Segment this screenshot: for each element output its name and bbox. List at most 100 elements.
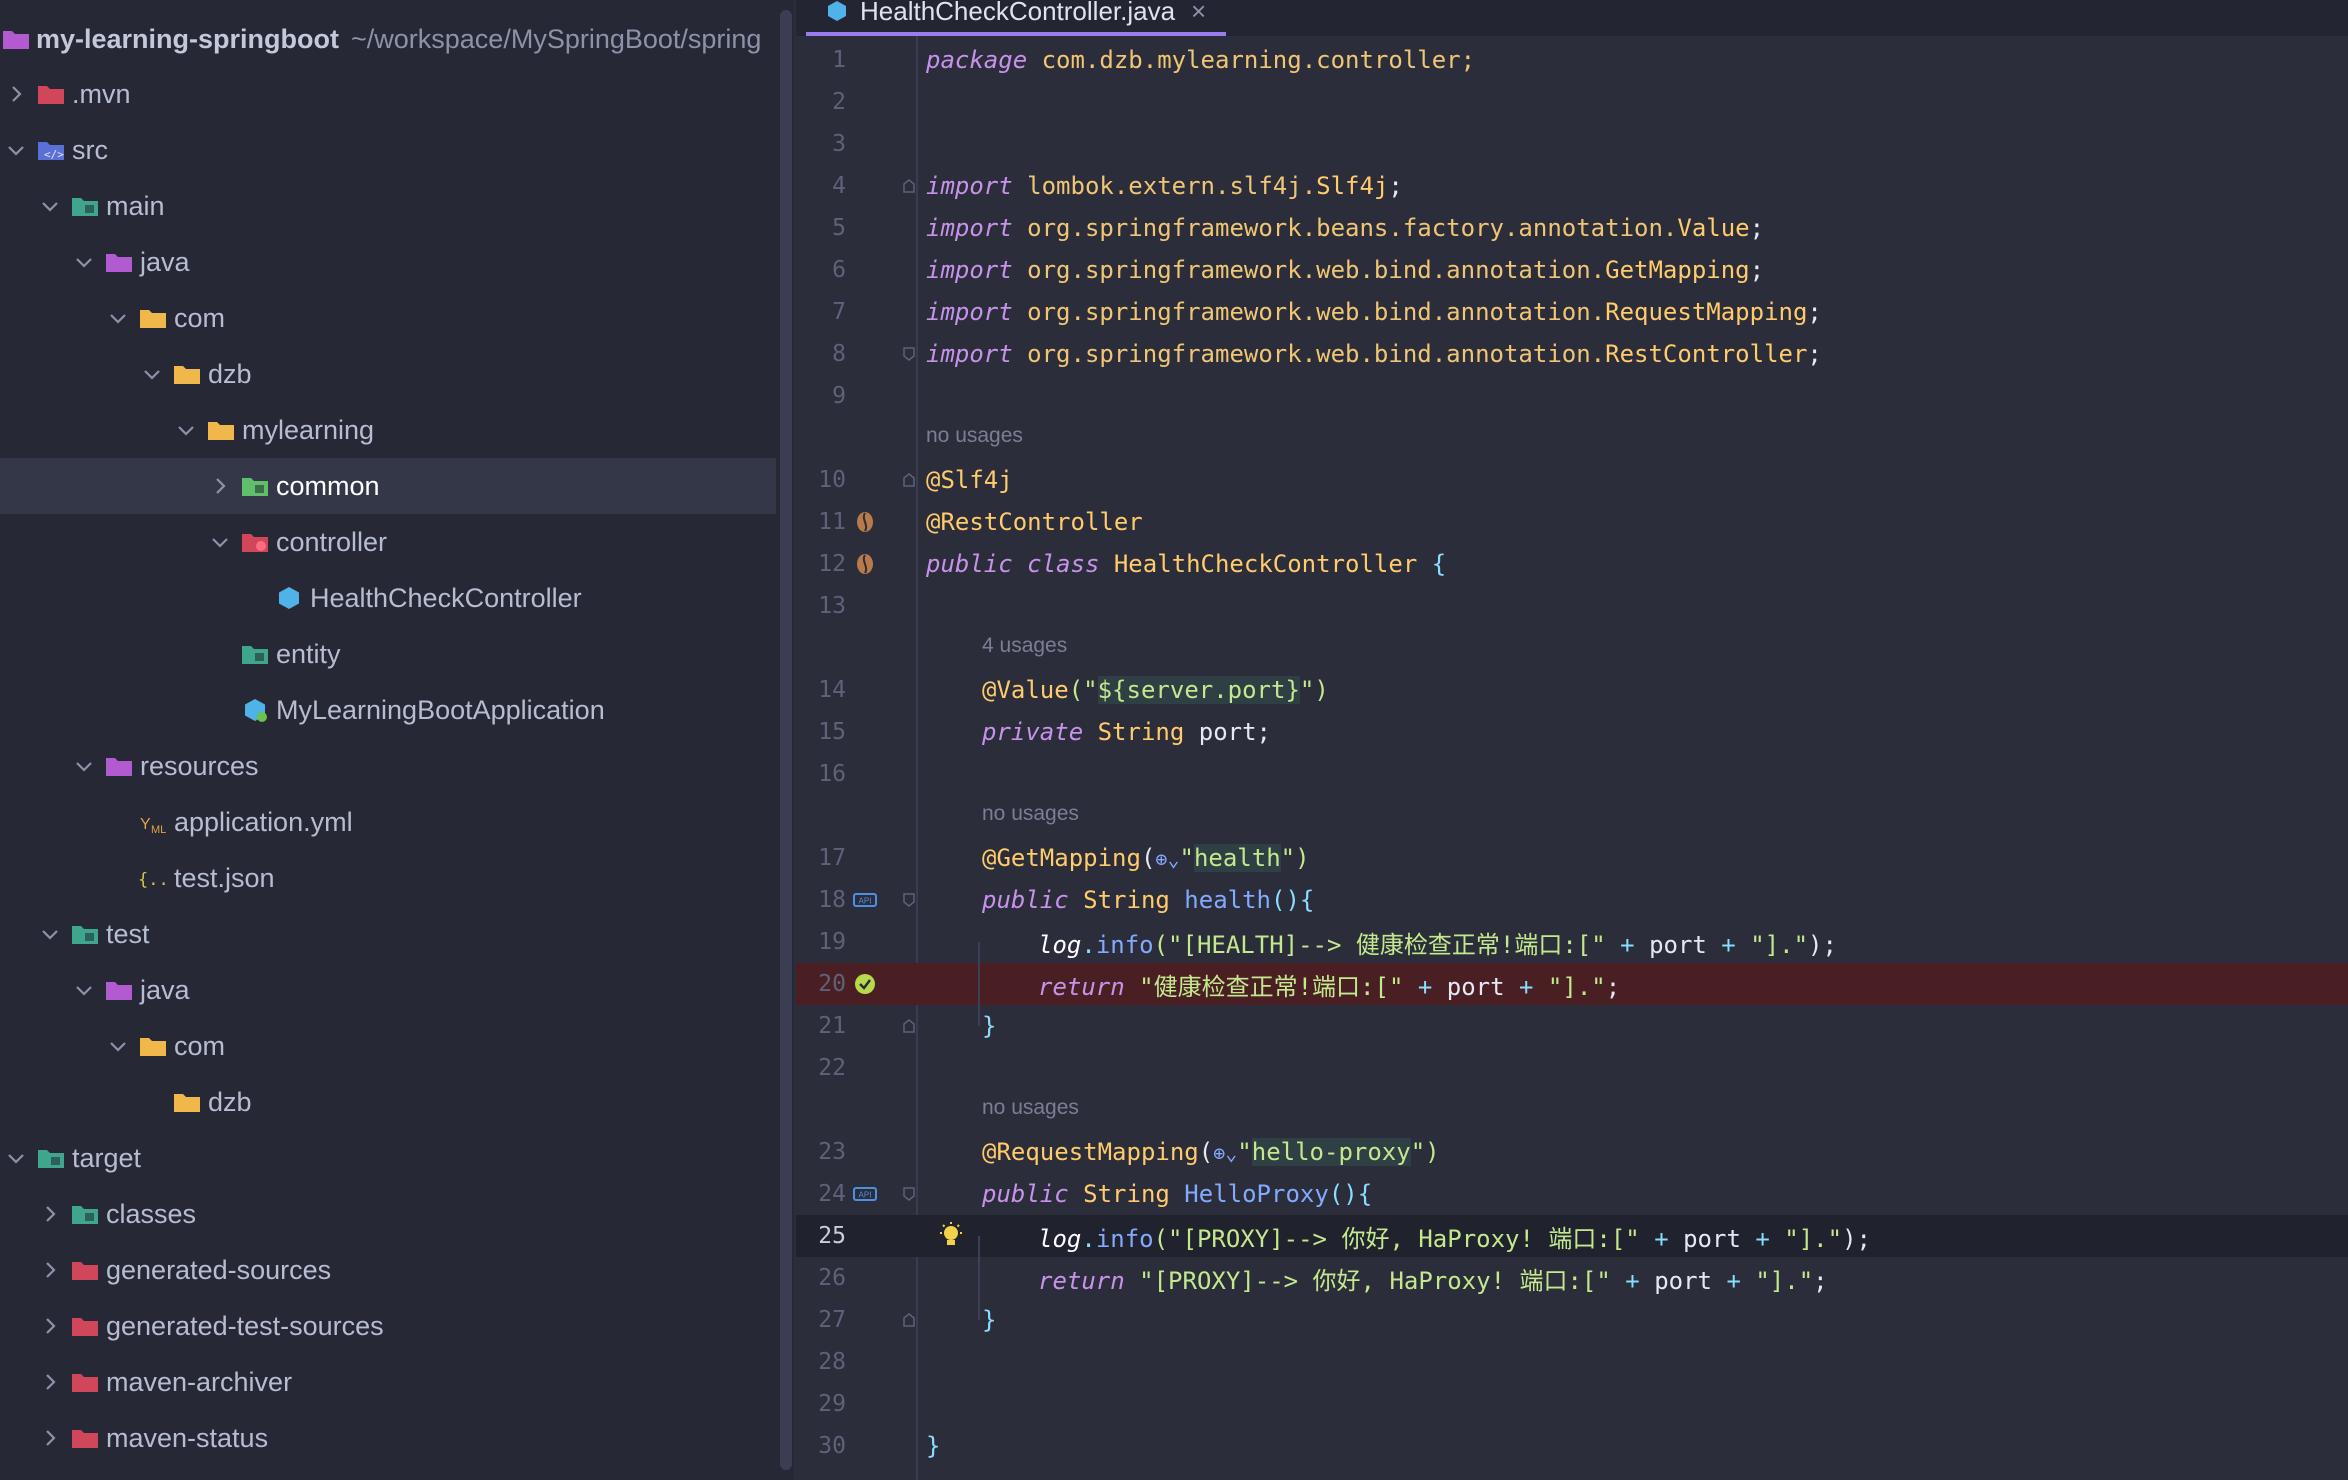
chevron-down-icon[interactable] bbox=[72, 754, 96, 778]
tree-item-com[interactable]: com bbox=[0, 290, 776, 346]
tree-item-resources[interactable]: resources bbox=[0, 738, 776, 794]
api-endpoint-icon[interactable]: API bbox=[852, 887, 878, 913]
tree-item-test[interactable]: test bbox=[0, 906, 776, 962]
tree-item-main[interactable]: main bbox=[0, 178, 776, 234]
tree-scrollbar[interactable] bbox=[780, 10, 792, 1470]
fold-marker-icon[interactable] bbox=[902, 892, 916, 908]
breakpoint-check-icon[interactable] bbox=[852, 971, 878, 997]
tree-item-healthcheckcontroller[interactable]: HealthCheckController bbox=[0, 570, 776, 626]
tree-item-label: application.yml bbox=[174, 806, 353, 837]
fold-marker-icon[interactable] bbox=[902, 178, 916, 194]
current-line: 25 log.info("[PROXY]--> 你好, HaProxy! 端口:… bbox=[796, 1215, 2348, 1257]
usages-hint[interactable]: no usages bbox=[926, 424, 1023, 448]
tree-item-target[interactable]: target bbox=[0, 1130, 776, 1186]
chevron-down-icon[interactable] bbox=[72, 978, 96, 1002]
chevron-right-icon[interactable] bbox=[38, 1202, 62, 1226]
chevron-down-icon[interactable] bbox=[140, 362, 164, 386]
chevron-right-icon[interactable] bbox=[38, 1370, 62, 1394]
folder-module-icon bbox=[72, 198, 98, 216]
line-number: 25 bbox=[818, 1223, 846, 1249]
chevron-down-icon[interactable] bbox=[106, 306, 130, 330]
tree-item-mylearning[interactable]: mylearning bbox=[0, 402, 776, 458]
tree-item-com[interactable]: com bbox=[0, 1018, 776, 1074]
usages-hint[interactable]: no usages bbox=[982, 1096, 1079, 1120]
fold-marker-icon[interactable] bbox=[902, 1018, 916, 1034]
package-name: org.springframework.web.bind.annotation. bbox=[1012, 298, 1606, 326]
chevron-right-icon[interactable] bbox=[38, 1314, 62, 1338]
fold-marker-icon[interactable] bbox=[902, 472, 916, 488]
endpoint-path[interactable]: hello-proxy bbox=[1251, 1138, 1411, 1166]
tree-item-dzb[interactable]: dzb bbox=[0, 346, 776, 402]
line-number: 12 bbox=[818, 551, 846, 577]
fold-marker-icon[interactable] bbox=[902, 1186, 916, 1202]
java-class-icon bbox=[279, 587, 299, 609]
string: "]." bbox=[1784, 1224, 1843, 1253]
code-line: 4 import lombok.extern.slf4j.Slf4j; bbox=[796, 165, 2348, 207]
tree-item-common[interactable]: common bbox=[0, 458, 776, 514]
string: ("[HEALTH]--> 健康检查正常!端口:[" bbox=[1153, 930, 1606, 959]
type-name: RestController bbox=[1605, 340, 1808, 368]
keyword: import bbox=[926, 172, 1013, 200]
code-area[interactable]: 1 package com.dzb.mylearning.controller;… bbox=[796, 0, 2348, 1480]
line-number: 26 bbox=[818, 1265, 846, 1291]
line-number: 5 bbox=[832, 215, 846, 241]
globe-icon[interactable]: ⊕⌄ bbox=[1213, 1141, 1237, 1165]
string: ${ bbox=[1097, 676, 1127, 704]
project-tree: my-learning-springboot ~/workspace/MySpr… bbox=[0, 0, 776, 1480]
tree-item-generated-test-sources[interactable]: generated-test-sources bbox=[0, 1298, 776, 1354]
fold-marker-icon[interactable] bbox=[902, 346, 916, 362]
punctuation: (){ bbox=[1328, 1180, 1373, 1208]
spring-bean-icon[interactable] bbox=[852, 551, 878, 577]
chevron-right-icon[interactable] bbox=[38, 1426, 62, 1450]
chevron-down-icon[interactable] bbox=[4, 1146, 28, 1170]
tree-item-entity[interactable]: entity bbox=[0, 626, 776, 682]
tree-item-java[interactable]: java bbox=[0, 234, 776, 290]
endpoint-path[interactable]: health bbox=[1193, 844, 1281, 872]
type-name: String bbox=[1068, 886, 1170, 914]
chevron-down-icon[interactable] bbox=[38, 194, 62, 218]
chevron-down-icon[interactable] bbox=[4, 138, 28, 162]
tree-item-label: entity bbox=[276, 638, 341, 669]
tree-item-generated-sources[interactable]: generated-sources bbox=[0, 1242, 776, 1298]
field-ref: port bbox=[1654, 1266, 1712, 1295]
punctuation: ; bbox=[1749, 256, 1765, 284]
folder-java-icon bbox=[106, 254, 132, 272]
api-endpoint-icon[interactable]: API bbox=[852, 1181, 878, 1207]
tree-item-maven-archiver[interactable]: maven-archiver bbox=[0, 1354, 776, 1410]
chevron-down-icon[interactable] bbox=[38, 922, 62, 946]
chevron-down-icon[interactable] bbox=[174, 418, 198, 442]
chevron-down-icon[interactable] bbox=[106, 1034, 130, 1058]
chevron-right-icon[interactable] bbox=[208, 474, 232, 498]
tree-item-classes[interactable]: classes bbox=[0, 1186, 776, 1242]
fold-marker-icon[interactable] bbox=[902, 1312, 916, 1328]
tree-item-src[interactable]: </> src bbox=[0, 122, 776, 178]
property-key[interactable]: server.port bbox=[1126, 676, 1286, 704]
punctuation: ; bbox=[1605, 972, 1621, 1001]
tree-item-dzb[interactable]: dzb bbox=[0, 1074, 776, 1130]
spring-bean-icon[interactable] bbox=[852, 509, 878, 535]
punctuation: ; bbox=[1807, 340, 1822, 368]
chevron-down-icon[interactable] bbox=[72, 250, 96, 274]
tree-item-test-json[interactable]: {..} test.json bbox=[0, 850, 776, 906]
line-number: 22 bbox=[818, 1055, 846, 1081]
string: (" bbox=[1068, 676, 1098, 704]
usages-hint[interactable]: 4 usages bbox=[982, 634, 1067, 658]
project-root-row[interactable]: my-learning-springboot ~/workspace/MySpr… bbox=[0, 14, 776, 64]
chevron-right-icon[interactable] bbox=[4, 82, 28, 106]
tree-item-label: java bbox=[140, 246, 190, 277]
tree-item-controller[interactable]: controller bbox=[0, 514, 776, 570]
tree-item--mvn[interactable]: .mvn bbox=[0, 66, 776, 122]
tree-item-mylearningbootapplication[interactable]: MyLearningBootApplication bbox=[0, 682, 776, 738]
tree-item-application-yml[interactable]: Y ML application.yml bbox=[0, 794, 776, 850]
code-editor[interactable]: HealthCheckController.java × 1 package c… bbox=[796, 0, 2348, 1480]
tree-item-maven-status[interactable]: maven-status bbox=[0, 1410, 776, 1466]
tree-item-java[interactable]: java bbox=[0, 962, 776, 1018]
line-number: 28 bbox=[818, 1349, 846, 1375]
chevron-right-icon[interactable] bbox=[38, 1258, 62, 1282]
globe-icon[interactable]: ⊕⌄ bbox=[1155, 847, 1179, 871]
log-variable: log bbox=[1038, 930, 1082, 959]
usages-hint[interactable]: no usages bbox=[982, 802, 1079, 826]
folder-icon bbox=[140, 1038, 166, 1056]
chevron-down-icon[interactable] bbox=[208, 530, 232, 554]
lightbulb-icon[interactable] bbox=[936, 1221, 966, 1251]
